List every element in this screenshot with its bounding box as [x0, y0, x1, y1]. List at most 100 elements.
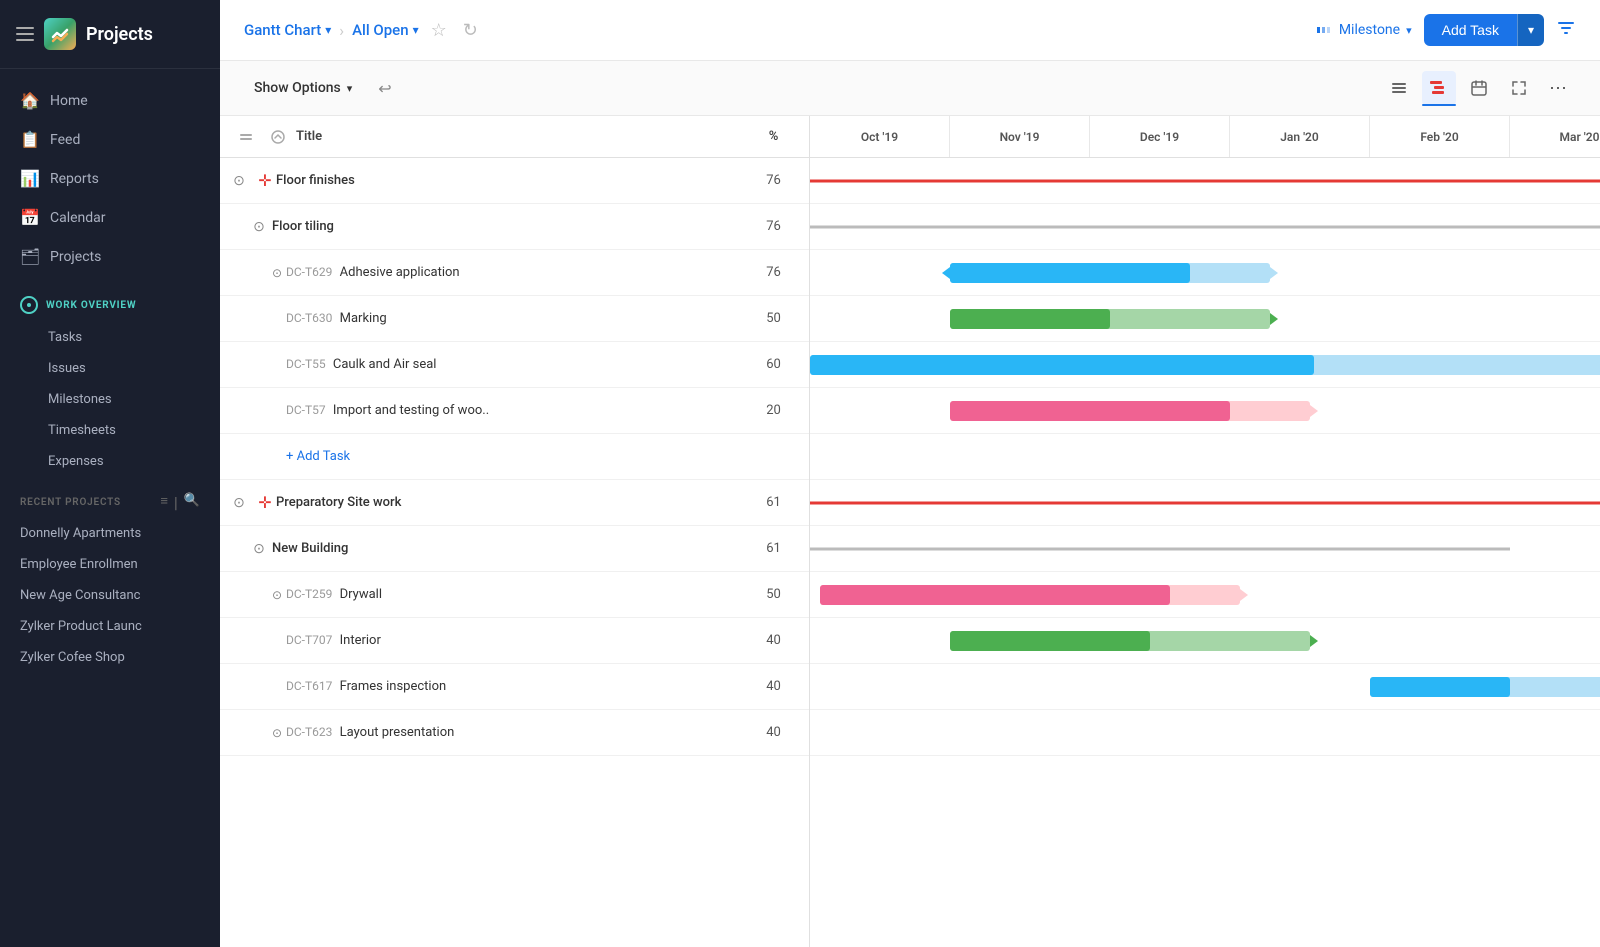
- chart-row-caulk: [810, 342, 1600, 388]
- project-employee[interactable]: Employee Enrollmen: [0, 549, 220, 580]
- row-expand-button[interactable]: ⊙: [268, 588, 286, 602]
- hamburger-icon[interactable]: [16, 27, 34, 41]
- toolbar-gantt-view-button[interactable]: [1422, 71, 1456, 105]
- chart-row-add-task: [810, 434, 1600, 480]
- calendar-view-icon: [1470, 79, 1488, 97]
- task-percent: 61: [746, 541, 801, 556]
- app-title: Projects: [86, 24, 153, 45]
- filter-icon[interactable]: ≡: [160, 493, 168, 512]
- table-row: ⊙ DC-T259 Drywall 50: [220, 572, 809, 618]
- chart-row-frames: [810, 664, 1600, 710]
- table-row: ⊙ ✛ Floor finishes 76: [220, 158, 809, 204]
- project-donnelly[interactable]: Donnelly Apartments: [0, 518, 220, 549]
- task-percent: 76: [746, 219, 801, 234]
- row-expand-button[interactable]: ⊙: [268, 266, 286, 280]
- month-jan20: Jan '20: [1230, 116, 1370, 157]
- main-content: Gantt Chart ▾ › All Open ▾ ☆ ↻ Milestone…: [220, 0, 1600, 947]
- task-percent: 20: [746, 403, 801, 418]
- row-expand-button[interactable]: ⊙: [250, 541, 268, 557]
- nav-label-feed: Feed: [50, 132, 80, 148]
- gantt-rows: ⊙ ✛ Floor finishes 76 ⊙ Floor tiling 76 …: [220, 158, 809, 947]
- chart-row-marking: [810, 296, 1600, 342]
- all-open-button[interactable]: All Open ▾: [352, 21, 419, 39]
- table-row: DC-T707 Interior 40: [220, 618, 809, 664]
- undo-button[interactable]: ↩: [370, 75, 399, 102]
- project-zylker-product[interactable]: Zylker Product Launc: [0, 611, 220, 642]
- show-options-button[interactable]: Show Options ▾: [244, 74, 362, 102]
- sidebar-item-timesheets[interactable]: Timesheets: [0, 415, 220, 446]
- table-row: + Add Task: [220, 434, 809, 480]
- task-title: Floor tiling: [268, 219, 746, 234]
- table-row: DC-T630 Marking 50: [220, 296, 809, 342]
- work-overview-header[interactable]: WORK OVERVIEW: [0, 288, 220, 322]
- toolbar-calendar-view-button[interactable]: [1462, 71, 1496, 105]
- project-zylker-cofee[interactable]: Zylker Cofee Shop: [0, 642, 220, 673]
- chart-row-adhesive: [810, 250, 1600, 296]
- all-open-chevron-icon: ▾: [413, 23, 419, 37]
- task-percent: 61: [746, 495, 801, 510]
- sidebar-item-home[interactable]: 🏠 Home: [0, 81, 220, 120]
- toolbar-list-view-button[interactable]: [1382, 71, 1416, 105]
- milestone-button[interactable]: Milestone ▾: [1315, 21, 1412, 39]
- task-title: DC-T707 Interior: [286, 633, 746, 648]
- calendar-icon: 📅: [20, 208, 38, 227]
- milestone-label: Milestone: [1339, 22, 1400, 38]
- table-row: DC-T57 Import and testing of woo.. 20: [220, 388, 809, 434]
- add-task-inline-button[interactable]: + Add Task: [286, 445, 350, 468]
- reports-icon: 📊: [20, 169, 38, 188]
- task-title: DC-T55 Caulk and Air seal: [286, 357, 746, 372]
- row-expand-button[interactable]: ⊙: [250, 219, 268, 235]
- gantt-column-header: Title %: [220, 116, 809, 158]
- show-options-chevron-icon: ▾: [347, 82, 353, 95]
- chart-row-floor-tiling: [810, 204, 1600, 250]
- toolbar-more-button[interactable]: ⋯: [1542, 71, 1576, 105]
- add-task-button[interactable]: Add Task: [1424, 14, 1517, 46]
- task-percent: 76: [746, 173, 801, 188]
- sort-button[interactable]: [264, 130, 292, 144]
- gantt-chart-button[interactable]: Gantt Chart ▾: [244, 21, 331, 39]
- sidebar-item-reports[interactable]: 📊 Reports: [0, 159, 220, 198]
- chart-row-layout: [810, 710, 1600, 756]
- gantt-chart-chevron-icon: ▾: [325, 23, 331, 37]
- sidebar: Projects 🏠 Home 📋 Feed 📊 Reports 📅 Calen…: [0, 0, 220, 947]
- add-task-dropdown-button[interactable]: ▾: [1517, 14, 1544, 46]
- sidebar-item-expenses[interactable]: Expenses: [0, 446, 220, 477]
- chart-row-new-building: [810, 526, 1600, 572]
- recent-projects-header: RECENT PROJECTS ≡ | 🔍: [0, 477, 220, 518]
- topbar-left: Gantt Chart ▾ › All Open ▾ ☆ ↻: [244, 20, 1307, 41]
- task-percent: 50: [746, 587, 801, 602]
- toolbar-expand-button[interactable]: [1502, 71, 1536, 105]
- chart-row-floor-finishes: − +: [810, 158, 1600, 204]
- filter-button[interactable]: [1556, 18, 1576, 43]
- task-title: DC-T623 Layout presentation: [286, 725, 746, 740]
- chart-row-drywall: [810, 572, 1600, 618]
- task-percent: 60: [746, 357, 801, 372]
- row-expand-button[interactable]: ⊙: [228, 495, 250, 511]
- row-expand-button[interactable]: ⊙: [228, 173, 250, 189]
- refresh-button[interactable]: ↻: [459, 20, 482, 41]
- milestone-chevron-icon: ▾: [1406, 24, 1412, 37]
- sidebar-item-projects[interactable]: 🗂 Projects: [0, 237, 220, 276]
- chart-row-import: [810, 388, 1600, 434]
- topbar-right: Milestone ▾ Add Task ▾: [1315, 14, 1576, 46]
- table-row: DC-T617 Frames inspection 40: [220, 664, 809, 710]
- toolbar-right: ⋯: [1382, 71, 1576, 105]
- task-title: DC-T57 Import and testing of woo..: [286, 403, 746, 418]
- search-icon[interactable]: 🔍: [184, 493, 200, 512]
- row-expand-button[interactable]: ⊙: [268, 726, 286, 740]
- star-button[interactable]: ☆: [427, 20, 451, 41]
- task-title: New Building: [268, 541, 746, 556]
- sidebar-item-issues[interactable]: Issues: [0, 353, 220, 384]
- gantt-chart-area[interactable]: Oct '19 Nov '19 Dec '19 Jan '20 Feb '20 …: [810, 116, 1600, 947]
- sidebar-item-tasks[interactable]: Tasks: [0, 322, 220, 353]
- sidebar-item-feed[interactable]: 📋 Feed: [0, 120, 220, 159]
- table-row: ⊙ ✛ Preparatory Site work 61: [220, 480, 809, 526]
- task-percent: 76: [746, 265, 801, 280]
- expand-all-button[interactable]: [228, 129, 264, 145]
- table-row: ⊙ New Building 61: [220, 526, 809, 572]
- sidebar-item-calendar[interactable]: 📅 Calendar: [0, 198, 220, 237]
- sidebar-item-milestones[interactable]: Milestones: [0, 384, 220, 415]
- project-newage[interactable]: New Age Consultanc: [0, 580, 220, 611]
- all-open-label: All Open: [352, 21, 408, 39]
- gantt-task-list: Title % ⊙ ✛ Floor finishes 76 ⊙ Floor ti…: [220, 116, 810, 947]
